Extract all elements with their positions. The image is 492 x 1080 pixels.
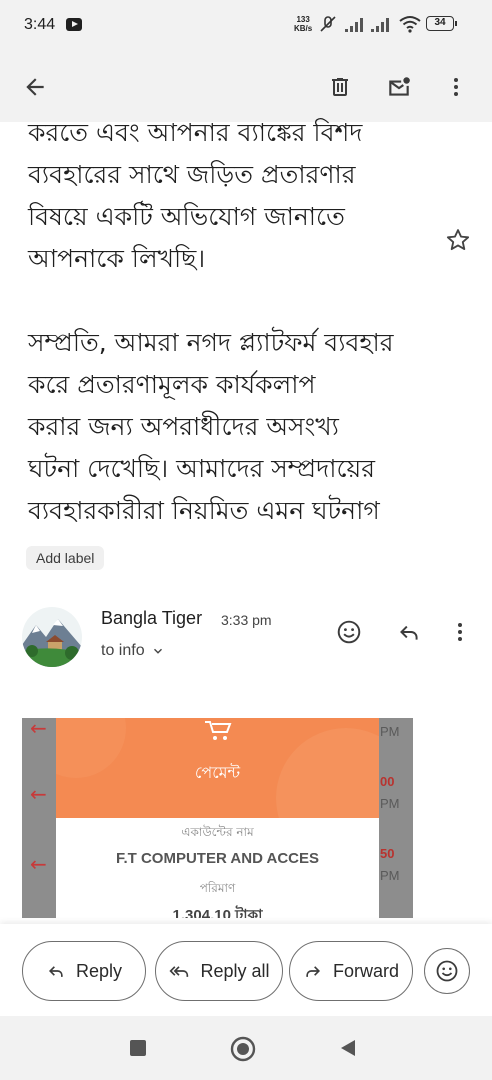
arrow-left-icon: ←: [30, 718, 47, 740]
forward-icon: [306, 966, 320, 977]
back-arrow-icon: [26, 78, 44, 96]
net-speed-unit: KB/s: [294, 24, 313, 33]
avatar-image: [22, 607, 82, 667]
net-speed-value: 133: [296, 15, 310, 24]
reply-icon: [400, 625, 418, 640]
wifi-icon: [399, 16, 421, 33]
body-line: বিষয়ে একটি অভিযোগ জানাতে: [28, 202, 345, 231]
body-line: ব্যবহারের সাথে জড়িত প্রতারণার: [28, 160, 356, 189]
avatar: [22, 607, 82, 667]
side-text: PM: [380, 724, 400, 739]
back-button[interactable]: [12, 64, 58, 110]
system-nav-bar: [0, 1016, 492, 1080]
account-name-label: একাউন্টের নাম: [181, 825, 254, 839]
side-text: 00: [380, 774, 395, 789]
attached-screenshot[interactable]: ← ← ← পেমেন্ট একাউন্টের নাম F.T COMPUTER…: [22, 718, 413, 918]
bottom-action-bar: Reply Reply all Forward: [0, 924, 492, 1016]
cart-icon: [205, 721, 232, 740]
delete-button[interactable]: [317, 64, 363, 110]
chevron-down-icon: [153, 648, 162, 654]
status-bar: 3:44 133 KB/s 34: [0, 0, 492, 52]
reply-all-button[interactable]: Reply all: [155, 941, 283, 1001]
message-more-button[interactable]: [442, 614, 478, 650]
more-options-button[interactable]: [433, 64, 479, 110]
screenshot-right-strip: [379, 718, 413, 918]
arrow-left-icon: ←: [30, 782, 47, 806]
payment-card: পেমেন্ট একাউন্টের নাম F.T COMPUTER AND A…: [56, 718, 379, 918]
body-line: আপনাকে লিখছি।: [28, 244, 206, 273]
body-line: সম্প্রতি, আমরা নগদ প্ল্যাটফর্ম ব্যবহার: [28, 328, 394, 357]
body-line: ব্যবহারকারীরা নিয়মিত এমন ঘটনাগ: [28, 496, 380, 525]
reply-button[interactable]: Reply: [22, 941, 146, 1001]
body-line: করে প্রতারণামূলক কার্যকলাপ: [28, 370, 316, 399]
add-label-chip[interactable]: Add label: [26, 546, 105, 570]
amount-label: পরিমাণ: [199, 881, 236, 895]
reply-icon-button[interactable]: [391, 614, 427, 650]
home-icon[interactable]: [230, 1036, 256, 1062]
side-text: PM: [380, 868, 400, 883]
signal-icon: [345, 18, 363, 32]
youtube-icon: [66, 18, 82, 31]
reply-icon: [48, 966, 63, 977]
net-speed: 133 KB/s: [294, 15, 312, 33]
account-name: F.T COMPUTER AND ACCES: [115, 850, 320, 867]
recipient-toggle[interactable]: to info: [101, 642, 165, 660]
side-text: PM: [380, 796, 400, 811]
reply-all-icon: [169, 966, 189, 977]
reply-all-label: Reply all: [200, 960, 270, 981]
delete-icon: [332, 78, 348, 96]
sender-name: Bangla Tiger: [101, 608, 203, 628]
payment-header: পেমেন্ট: [56, 718, 379, 818]
star-icon[interactable]: [444, 226, 472, 254]
forward-label: Forward: [332, 960, 399, 981]
body-line: ঘটনা দেখেছি। আমাদের সম্প্রদায়ের: [28, 454, 376, 483]
mark-unread-button[interactable]: [376, 64, 422, 110]
more-vert-icon: [454, 78, 458, 96]
emoji-reaction-button[interactable]: [424, 948, 470, 994]
recipient-text: to info: [101, 642, 145, 659]
recents-icon[interactable]: [128, 1038, 148, 1058]
body-line: করার জন্য অপরাধীদের অসংখ্য: [28, 412, 339, 441]
forward-button[interactable]: Forward: [289, 941, 413, 1001]
back-nav-icon[interactable]: [338, 1038, 358, 1058]
screenshot-left-strip: [22, 718, 56, 918]
emoji-icon: [436, 960, 458, 982]
reply-label: Reply: [75, 960, 123, 981]
arrow-left-icon: ←: [30, 852, 47, 876]
message-body: করতে এবং আপনার ব্যাঙ্কের বিশদ ব্যবহারের …: [28, 112, 448, 532]
body-line: করতে এবং আপনার ব্যাঙ্কের বিশদ: [28, 118, 363, 147]
add-reaction-button[interactable]: [331, 614, 367, 650]
mark-unread-icon: [389, 77, 410, 96]
more-vert-icon: [458, 623, 462, 641]
emoji-icon: [337, 620, 361, 644]
side-text: 50: [380, 846, 395, 861]
signal-icon: [371, 18, 389, 32]
payment-title: পেমেন্ট: [194, 763, 241, 782]
amount-value: 1,304.10 টাকা: [172, 907, 263, 918]
battery-icon: 34: [426, 16, 457, 31]
sent-time: 3:33 pm: [221, 612, 272, 628]
mute-icon: [320, 16, 336, 32]
status-time: 3:44: [24, 16, 56, 33]
